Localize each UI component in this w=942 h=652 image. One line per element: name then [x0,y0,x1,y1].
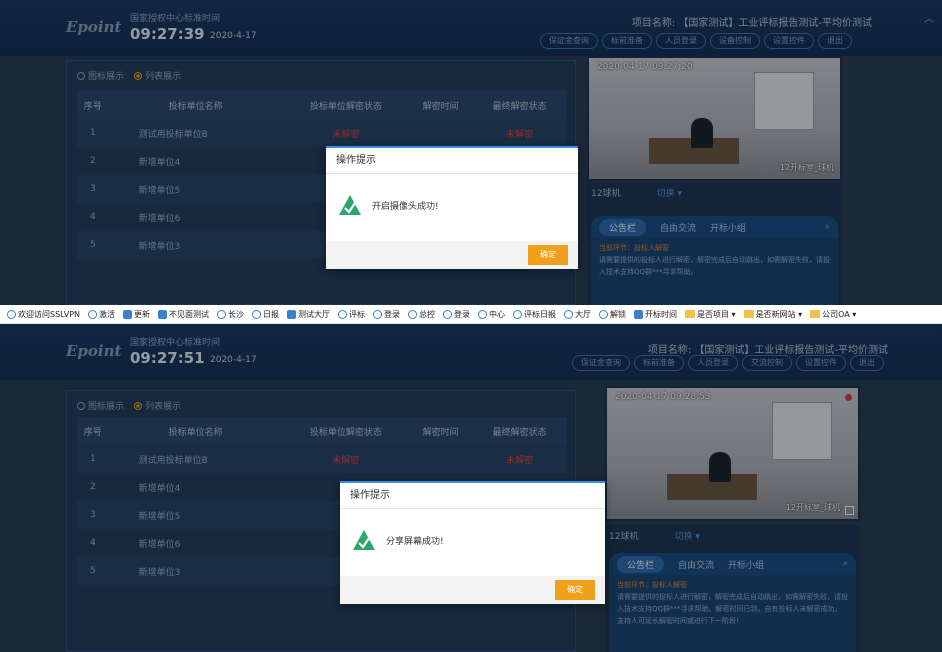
ie-icon [338,309,348,319]
dialog-title: 操作提示 [340,483,605,509]
ie-icon [217,309,227,319]
page-icon [123,309,133,319]
bookmark-item[interactable]: 测试大厅 [284,309,333,320]
bookmark-folder[interactable]: 是否项目 ▾ [682,309,739,320]
ie-icon [88,309,98,319]
confirm-button[interactable]: 确定 [528,245,568,265]
success-check-icon [339,195,361,215]
screenshot-panel-bottom: Epoint 国家授权中心标准时间 09:27:51 2020-4-17 项目名… [0,324,942,652]
folder-icon [810,310,821,318]
dialog-body: 分享屏幕成功! [340,529,605,551]
dialog-footer: 确定 [326,241,578,269]
dialog-body: 开启摄像头成功! [326,194,578,216]
screenshot-panel-top: Epoint 国家授权中心标准时间 09:27:39 2020-4-17 项目名… [0,0,942,305]
bookmark-item[interactable]: 解锁 [596,309,629,320]
operation-tip-dialog: 操作提示 分享屏幕成功! 确定 [340,481,605,604]
bookmark-item[interactable]: 不见面测试 [155,309,212,320]
dialog-footer: 确定 [340,576,605,604]
dialog-title: 操作提示 [326,148,578,174]
page-icon [634,309,644,319]
bookmark-item[interactable]: 中心 [475,309,508,320]
ie-icon [478,309,488,319]
folder-icon [743,310,754,318]
bookmark-item[interactable]: 登录 [440,309,473,320]
dialog-message: 开启摄像头成功! [372,201,439,212]
ie-icon [599,309,609,319]
ie-icon [564,309,574,319]
bookmark-item[interactable]: 大厅 [561,309,594,320]
folder-icon [685,310,696,318]
ie-icon [408,309,418,319]
bookmark-item[interactable]: 欢迎访问SSLVPN [4,309,83,320]
ie-icon [252,309,262,319]
bookmark-folder[interactable]: 是否新网站 ▾ [741,309,806,320]
page-icon [158,309,168,319]
page-icon [287,309,297,319]
ie-icon [443,309,453,319]
operation-tip-dialog: 操作提示 开启摄像头成功! 确定 [326,146,578,269]
ie-icon [7,309,16,319]
bookmark-item[interactable]: 评标 [335,309,368,320]
ie-icon [513,309,523,319]
bookmark-item[interactable]: 总控 [405,309,438,320]
bookmark-item[interactable]: 登录 [370,309,403,320]
bookmark-item[interactable]: 激活 [85,309,118,320]
bookmark-item[interactable]: 更新 [120,309,153,320]
bookmark-folder[interactable]: 公司OA ▾ [807,309,859,320]
bookmark-item[interactable]: 长沙 [214,309,247,320]
ie-icon [373,309,383,319]
success-check-icon [353,530,375,550]
dialog-message: 分享屏幕成功! [386,536,444,547]
confirm-button[interactable]: 确定 [555,580,595,600]
bookmark-item[interactable]: 日报 [249,309,282,320]
browser-bookmarks-bar: 欢迎访问SSLVPN 激活 更新 不见面测试 长沙 日报 测试大厅 评标 登录 … [0,305,942,324]
bookmark-item[interactable]: 开标时间 [631,309,680,320]
bookmark-item[interactable]: 评标日报 [510,309,559,320]
